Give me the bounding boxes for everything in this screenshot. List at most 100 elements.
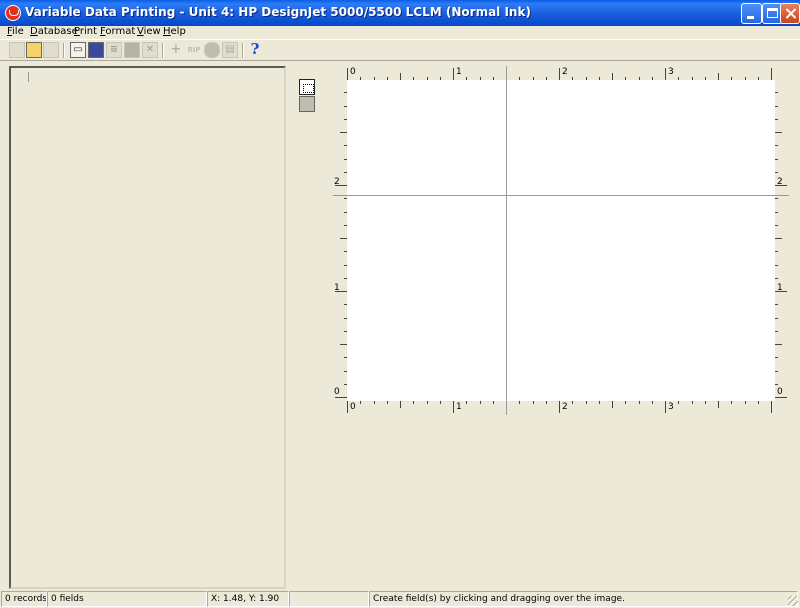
image-canvas[interactable] — [347, 80, 775, 401]
help-glyph: ? — [250, 40, 260, 58]
ruler-tick — [775, 304, 778, 306]
save-icon[interactable] — [43, 42, 59, 58]
copy-record-icon[interactable] — [124, 42, 140, 58]
selection-tool-icon[interactable] — [299, 79, 315, 95]
menu-view[interactable]: View — [137, 26, 161, 38]
ruler-tick — [638, 401, 640, 404]
ruler-tick — [775, 118, 778, 120]
ruler-tick — [612, 401, 613, 408]
ruler-tick — [386, 401, 388, 404]
records-icon[interactable]: ≡ — [106, 42, 122, 58]
ruler-tick — [612, 73, 613, 80]
add-field-icon[interactable]: + — [168, 42, 184, 58]
close-button[interactable] — [780, 3, 800, 24]
ruler-tick — [757, 401, 759, 404]
vertical-ruler-right: 2 1 0 — [775, 80, 789, 401]
rip-icon[interactable]: RIP — [186, 42, 202, 58]
ruler-tick — [559, 401, 560, 413]
ruler-tick — [426, 401, 428, 404]
ruler-tick — [439, 401, 441, 404]
edit-record-icon[interactable] — [88, 42, 104, 58]
print-preview-icon[interactable]: ▤ — [222, 42, 238, 58]
ruler-tick — [335, 397, 347, 398]
ruler-tick — [413, 401, 415, 404]
status-coordinates: X: 1.48, Y: 1.90 — [207, 591, 289, 607]
new-document-icon[interactable] — [9, 42, 25, 58]
add-image-icon[interactable]: ▭ — [70, 42, 86, 58]
ruler-tick — [775, 370, 778, 372]
ruler-tick — [400, 73, 401, 80]
toolbar: ▭ ≡ ✕ + RIP ▤ ? — [0, 39, 800, 61]
window-title: Variable Data Printing - Unit 4: HP Desi… — [25, 5, 531, 19]
ruler-tick — [731, 401, 733, 404]
add-image-glyph: ▭ — [73, 44, 83, 55]
menu-bar: File Database Print Format View Help — [0, 26, 800, 39]
ruler-tick — [572, 401, 574, 404]
menu-database[interactable]: Database — [30, 26, 78, 38]
rectangle-tool-icon[interactable] — [299, 96, 315, 112]
status-records: 0 records — [1, 591, 47, 607]
ruler-tick — [585, 401, 587, 404]
ruler-tick — [775, 277, 778, 279]
ruler-tick — [718, 401, 719, 408]
resize-grip[interactable] — [788, 596, 798, 606]
toolbar-separator — [242, 43, 244, 58]
ruler-tick — [453, 68, 454, 80]
ruler-tick — [775, 251, 778, 253]
ruler-tick — [347, 401, 348, 413]
ruler-label: 1 — [456, 67, 462, 77]
horizontal-ruler-top: 0 1 2 3 — [347, 66, 775, 80]
ruler-label: 0 — [777, 387, 783, 397]
vertical-ruler-left: 2 1 0 — [333, 80, 347, 401]
ruler-tick — [453, 401, 454, 413]
ruler-label: 2 — [777, 177, 783, 187]
ruler-label: 0 — [350, 67, 356, 77]
status-hint: Create field(s) by clicking and dragging… — [369, 591, 798, 607]
open-folder-icon[interactable] — [26, 42, 42, 58]
ruler-tick — [775, 238, 782, 239]
minimize-button[interactable] — [741, 3, 762, 24]
ruler-tick — [466, 401, 468, 404]
status-bar: 0 records 0 fields X: 1.48, Y: 1.90 Crea… — [0, 590, 800, 608]
menu-print[interactable]: Print — [74, 26, 97, 38]
ruler-tick — [771, 401, 772, 413]
ruler-tick — [771, 68, 772, 80]
ruler-label: 2 — [562, 402, 568, 412]
ruler-tick — [625, 401, 627, 404]
records-list-panel[interactable] — [9, 66, 286, 589]
toolbar-separator — [63, 43, 65, 58]
ruler-tick — [347, 68, 348, 80]
ruler-tick — [744, 401, 746, 404]
ruler-tick — [479, 401, 481, 404]
ruler-tick — [519, 401, 521, 404]
ruler-tick — [775, 132, 782, 133]
menu-help[interactable]: Help — [163, 26, 186, 38]
app-logo-icon[interactable] — [5, 5, 21, 21]
ruler-label: 3 — [668, 67, 674, 77]
ruler-tick — [775, 383, 778, 385]
ruler-tick — [678, 401, 680, 404]
ruler-tick — [373, 401, 375, 404]
toolbar-separator — [162, 43, 164, 58]
ruler-label: 1 — [777, 283, 783, 293]
ruler-tick — [775, 330, 778, 332]
ruler-label: 3 — [668, 402, 674, 412]
help-icon[interactable]: ? — [248, 42, 264, 58]
rip-label: RIP — [187, 46, 201, 54]
ruler-label: 2 — [334, 177, 340, 187]
ruler-tick — [340, 238, 347, 239]
ruler-tick — [651, 401, 653, 404]
ruler-tick — [775, 105, 778, 107]
ruler-tick — [775, 92, 778, 94]
menu-format[interactable]: Format — [100, 26, 135, 38]
ruler-tick — [775, 158, 778, 160]
status-fields: 0 fields — [47, 591, 207, 607]
print-icon[interactable] — [204, 42, 220, 58]
ruler-label: 0 — [334, 387, 340, 397]
menu-file[interactable]: File — [7, 26, 24, 38]
ruler-tick — [559, 68, 560, 80]
ruler-label: 2 — [562, 67, 568, 77]
delete-record-icon[interactable]: ✕ — [142, 42, 158, 58]
ruler-tick — [775, 264, 778, 266]
new-document-glyph — [10, 43, 24, 57]
